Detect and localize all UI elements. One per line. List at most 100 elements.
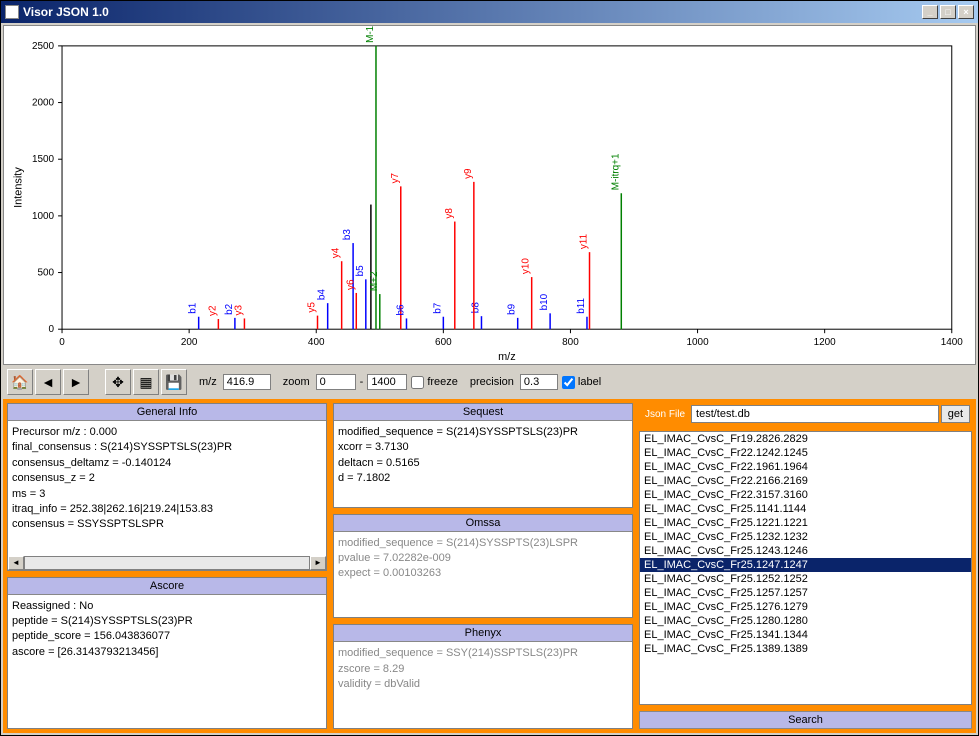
info-line: deltacn = 0.5165 (338, 456, 628, 471)
info-line: xcorr = 3.7130 (338, 440, 628, 455)
forward-button[interactable]: ► (63, 369, 89, 395)
file-item[interactable]: EL_IMAC_CvsC_Fr25.1232.1232 (640, 530, 971, 544)
svg-text:y10: y10 (521, 258, 532, 274)
file-item[interactable]: EL_IMAC_CvsC_Fr25.1243.1246 (640, 544, 971, 558)
ascore-panel: Ascore Reassigned : Nopeptide = S(214)SY… (7, 577, 327, 729)
json-file-label: Json File (641, 407, 689, 422)
omssa-header: Omssa (334, 515, 632, 532)
sequest-header: Sequest (334, 404, 632, 421)
panels-container: General Info Precursor m/z : 0.000final_… (3, 399, 976, 733)
svg-text:M-18+2: M-18+2 (365, 26, 376, 43)
file-item[interactable]: EL_IMAC_CvsC_Fr25.1141.1144 (640, 502, 971, 516)
app-icon (5, 5, 19, 19)
info-line: peptide = S(214)SYSSPTSLS(23)PR (12, 614, 322, 629)
sequest-body[interactable]: modified_sequence = S(214)SYSSPTSLS(23)P… (334, 421, 632, 507)
spectrum-chart[interactable]: 0200400600800100012001400050010001500200… (3, 25, 976, 365)
scroll-right-button[interactable]: ► (310, 556, 326, 570)
svg-text:1400: 1400 (941, 337, 964, 348)
file-item[interactable]: EL_IMAC_CvsC_Fr25.1257.1257 (640, 586, 971, 600)
svg-text:500: 500 (37, 268, 54, 279)
info-line: modified_sequence = S(214)SYSSPTS(23)LSP… (338, 536, 628, 551)
file-item[interactable]: EL_IMAC_CvsC_Fr25.1252.1252 (640, 572, 971, 586)
scroll-left-button[interactable]: ◄ (8, 556, 24, 570)
svg-text:b6: b6 (396, 304, 407, 316)
precision-input[interactable] (520, 374, 558, 390)
label-check[interactable]: label (562, 376, 601, 389)
svg-text:Intensity: Intensity (12, 167, 24, 208)
file-item[interactable]: EL_IMAC_CvsC_Fr25.1280.1280 (640, 614, 971, 628)
file-item[interactable]: EL_IMAC_CvsC_Fr22.2166.2169 (640, 474, 971, 488)
file-item[interactable]: EL_IMAC_CvsC_Fr25.1389.1389 (640, 642, 971, 656)
svg-text:M-itrq+1: M-itrq+1 (610, 153, 621, 190)
get-button[interactable]: get (941, 405, 970, 423)
file-item[interactable]: EL_IMAC_CvsC_Fr25.1276.1279 (640, 600, 971, 614)
svg-text:y5: y5 (307, 302, 318, 313)
phenyx-header: Phenyx (334, 625, 632, 642)
file-item[interactable]: EL_IMAC_CvsC_Fr25.1221.1221 (640, 516, 971, 530)
info-line: validity = dbValid (338, 677, 628, 692)
precision-label: precision (470, 376, 514, 388)
svg-text:b3: b3 (342, 229, 353, 241)
mz-input[interactable] (223, 374, 271, 390)
ascore-body[interactable]: Reassigned : Nopeptide = S(214)SYSSPTSLS… (8, 595, 326, 728)
config-button[interactable]: ▦ (133, 369, 159, 395)
omssa-body[interactable]: modified_sequence = S(214)SYSSPTS(23)LSP… (334, 532, 632, 618)
svg-text:b1: b1 (188, 302, 199, 314)
svg-text:b8: b8 (470, 302, 481, 314)
titlebar: Visor JSON 1.0 _ □ × (1, 1, 978, 23)
general-info-body[interactable]: Precursor m/z : 0.000final_consensus : S… (8, 421, 326, 556)
svg-text:y7: y7 (390, 172, 401, 183)
info-line: final_consensus : S(214)SYSSPTSLS(23)PR (12, 440, 322, 455)
svg-text:m/z: m/z (498, 351, 516, 363)
svg-text:b11: b11 (576, 297, 587, 313)
file-item[interactable]: EL_IMAC_CvsC_Fr25.1247.1247 (640, 558, 971, 572)
svg-text:1000: 1000 (32, 211, 55, 222)
svg-text:800: 800 (562, 337, 579, 348)
svg-text:b4: b4 (317, 289, 328, 301)
info-line: Reassigned : No (12, 599, 322, 614)
back-button[interactable]: ◄ (35, 369, 61, 395)
scroll-track[interactable] (24, 556, 310, 570)
zoom-label: zoom (283, 376, 310, 388)
file-item[interactable]: EL_IMAC_CvsC_Fr25.1341.1344 (640, 628, 971, 642)
svg-text:b9: b9 (507, 303, 518, 315)
minimize-button[interactable]: _ (922, 5, 938, 19)
maximize-button[interactable]: □ (940, 5, 956, 19)
svg-text:y6: y6 (345, 279, 356, 290)
info-line: consensus_z = 2 (12, 471, 322, 486)
file-item[interactable]: EL_IMAC_CvsC_Fr22.3157.3160 (640, 488, 971, 502)
svg-text:y9: y9 (463, 168, 474, 179)
omssa-panel: Omssa modified_sequence = S(214)SYSSPTS(… (333, 514, 633, 619)
svg-text:1200: 1200 (814, 337, 837, 348)
file-item[interactable]: EL_IMAC_CvsC_Fr19.2826.2829 (640, 432, 971, 446)
svg-text:y8: y8 (444, 208, 455, 219)
mz-label: m/z (199, 376, 217, 388)
search-header[interactable]: Search (639, 711, 972, 729)
save-button[interactable]: 💾 (161, 369, 187, 395)
svg-text:y3: y3 (233, 304, 244, 315)
zoom-min-input[interactable] (316, 374, 356, 390)
freeze-check[interactable]: freeze (411, 376, 458, 389)
close-button[interactable]: × (958, 5, 974, 19)
info-line: expect = 0.00103263 (338, 566, 628, 581)
svg-text:1500: 1500 (32, 154, 55, 165)
file-item[interactable]: EL_IMAC_CvsC_Fr22.1961.1964 (640, 460, 971, 474)
svg-text:200: 200 (181, 337, 198, 348)
file-item[interactable]: EL_IMAC_CvsC_Fr22.1242.1245 (640, 446, 971, 460)
info-line: consensus_deltamz = -0.140124 (12, 456, 322, 471)
home-button[interactable]: 🏠 (7, 369, 33, 395)
info-line: d = 7.1802 (338, 471, 628, 486)
zoom-max-input[interactable] (367, 374, 407, 390)
general-info-panel: General Info Precursor m/z : 0.000final_… (7, 403, 327, 571)
svg-text:b7: b7 (432, 302, 443, 314)
file-list[interactable]: EL_IMAC_CvsC_Fr19.2826.2829EL_IMAC_CvsC_… (639, 431, 972, 705)
json-file-input[interactable] (691, 405, 939, 423)
phenyx-body[interactable]: modified_sequence = SSY(214)SSPTSLS(23)P… (334, 642, 632, 728)
svg-text:600: 600 (435, 337, 452, 348)
pan-button[interactable]: ✥ (105, 369, 131, 395)
svg-text:M+2: M+2 (369, 271, 380, 291)
json-file-row: Json File get (639, 403, 972, 425)
window-title: Visor JSON 1.0 (23, 5, 922, 19)
svg-text:0: 0 (59, 337, 65, 348)
info-line: ascore = [26.3143793213456] (12, 645, 322, 660)
